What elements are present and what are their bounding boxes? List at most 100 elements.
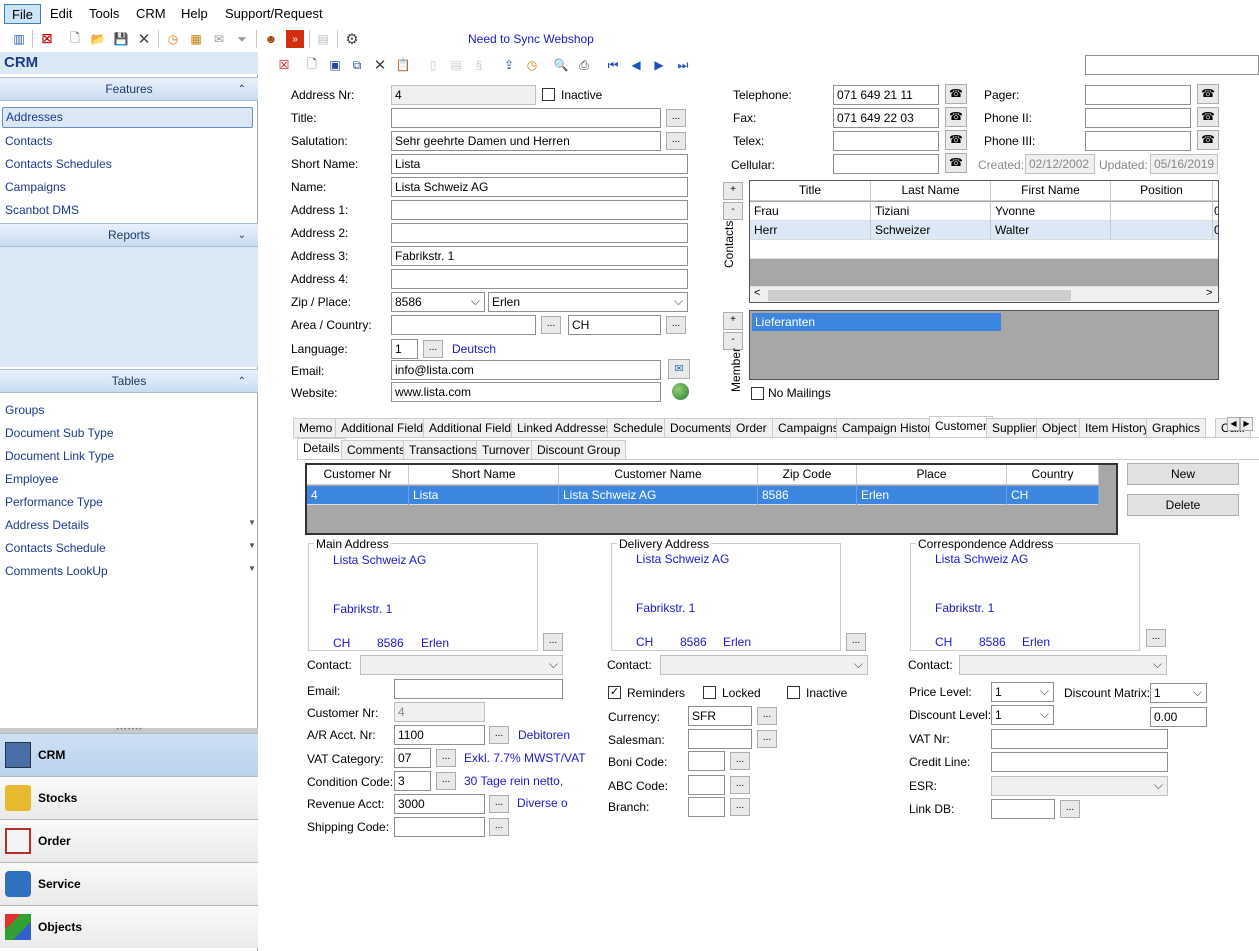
sidebar-item-contacts-schedule[interactable]: Contacts Schedule ▼ [5,541,256,555]
main-address-edit-button[interactable]: ... [543,633,563,651]
menu-crm[interactable]: CRM [129,4,173,24]
sync-webshop-link[interactable]: Need to Sync Webshop [468,32,594,46]
nav-crm[interactable]: CRM [0,733,258,776]
features-group-header[interactable]: Features ⌃ [0,77,258,101]
tab-memo[interactable]: Memo [293,418,339,438]
scroll-right-icon[interactable]: > [1206,287,1212,299]
address2-field[interactable] [391,223,688,243]
grid-icon[interactable]: ▤ [314,30,332,48]
credit-line-field[interactable] [991,752,1168,772]
area-lookup-button[interactable]: ... [541,316,561,334]
list-item[interactable]: Lieferanten [752,313,1001,331]
salesman-field[interactable] [688,729,752,749]
column-header-title[interactable]: Title [750,181,871,200]
dial-phone3-icon[interactable]: ☎ [1197,130,1219,150]
title-field[interactable] [391,108,661,128]
tab-customer[interactable]: Customer [929,416,994,438]
email-field[interactable]: info@lista.com [391,360,661,380]
sidebar-item-performance-type[interactable]: Performance Type [5,495,103,509]
country-lookup-button[interactable]: ... [666,316,686,334]
dial-telephone-icon[interactable]: ☎ [945,84,967,104]
save-record-icon[interactable]: ▣ [326,56,344,74]
dial-fax-icon[interactable]: ☎ [945,107,967,127]
shipping-code-field[interactable] [394,817,485,837]
table-row[interactable]: 4 Lista Lista Schweiz AG 8586 Erlen CH [307,486,1099,505]
website-field[interactable]: www.lista.com [391,382,661,402]
discount-value-field[interactable]: 0.00 [1150,707,1207,727]
locked-checkbox[interactable] [703,686,716,699]
vat-category-field[interactable]: 07 [394,748,431,768]
last-record-icon[interactable]: ⏭ [674,56,692,74]
cellular-field[interactable] [833,154,939,174]
remove-contact-button[interactable]: - [723,202,743,220]
user-icon[interactable]: ☻ [262,30,280,48]
column-header-place[interactable]: Place [857,465,1007,484]
tab-scroll-left-icon[interactable]: ◀ [1227,417,1240,431]
scroll-thumb[interactable] [768,290,1071,301]
pager-field[interactable] [1085,85,1191,105]
toolbar-search-input[interactable] [1085,55,1259,75]
tab-campaign-history[interactable]: Campaign History [836,418,944,438]
nav-order[interactable]: Order [0,819,258,862]
dial-telex-icon[interactable]: ☎ [945,130,967,150]
menu-help[interactable]: Help [174,4,215,24]
nav-objects[interactable]: Objects [0,905,258,948]
table-row[interactable]: Frau Tiziani Yvonne 0 [750,202,1218,221]
phone3-field[interactable] [1085,131,1191,151]
export-icon[interactable]: ⇪ [500,56,518,74]
subtab-turnover[interactable]: Turnover [476,440,536,460]
paste-icon[interactable]: 📋 [394,56,412,74]
save-icon[interactable]: 💾 [112,30,130,48]
nav-stocks[interactable]: Stocks [0,776,258,819]
next-record-icon[interactable]: ▶ [650,56,668,74]
dial-phone2-icon[interactable]: ☎ [1197,107,1219,127]
tab-scroll-right-icon[interactable]: ▶ [1240,417,1253,431]
filter-icon[interactable]: ⏷ [233,30,251,48]
country-field[interactable]: CH [568,315,661,335]
subtab-details[interactable]: Details [297,438,346,460]
address4-field[interactable] [391,269,688,289]
esr-combo[interactable] [991,776,1168,796]
new-button[interactable]: New [1127,463,1239,485]
vat-category-lookup-button[interactable]: ... [436,749,456,767]
language-field[interactable]: 1 [391,339,418,359]
menu-support[interactable]: Support/Request [218,4,330,24]
link-db-field[interactable] [991,799,1055,819]
sidebar-item-document-link-type[interactable]: Document Link Type [5,449,114,463]
currency-lookup-button[interactable]: ... [757,707,777,725]
zip-combo[interactable]: 8586 [391,292,485,312]
library-icon[interactable]: ▥ [10,30,28,48]
column-header-last-name[interactable]: Last Name [871,181,991,200]
column-header-customer-name[interactable]: Customer Name [559,465,758,484]
phone2-field[interactable] [1085,108,1191,128]
revenue-account-field[interactable]: 3000 [394,794,485,814]
vat-nr-field[interactable] [991,729,1168,749]
correspondence-contact-combo[interactable] [959,655,1167,675]
salesman-lookup-button[interactable]: ... [757,730,777,748]
column-header-country[interactable]: Country [1007,465,1099,484]
dial-cellular-icon[interactable]: ☎ [945,153,967,173]
sidebar-item-addresses[interactable]: Addresses [2,107,253,128]
close-red-icon[interactable]: ☒ [38,30,56,48]
nav-service[interactable]: Service [0,862,258,905]
address1-field[interactable] [391,200,688,220]
name-field[interactable]: Lista Schweiz AG [391,177,688,197]
sidebar-item-employee[interactable]: Employee [5,472,58,486]
tab-schedule[interactable]: Schedule [607,418,670,438]
first-record-icon[interactable]: ⏮ [604,56,622,74]
delete-x-icon[interactable]: ✕ [135,30,153,48]
branch-lookup-button[interactable]: ... [730,798,750,816]
contacts-horizontal-scrollbar[interactable]: < > [750,286,1218,302]
discount-matrix-combo[interactable]: 1 [1150,683,1207,703]
tab-linked-addresses[interactable]: Linked Addresses [511,418,618,438]
boni-code-field[interactable] [688,751,725,771]
calendar-icon[interactable]: ▦ [187,30,205,48]
sidebar-item-scanbot-dms[interactable]: Scanbot DMS [5,203,79,217]
main-contact-combo[interactable] [360,655,563,675]
menu-file[interactable]: File [4,4,41,24]
subtab-transactions[interactable]: Transactions [403,440,484,460]
abc-code-field[interactable] [688,775,725,795]
column-header-first-name[interactable]: First Name [991,181,1111,200]
fax-field[interactable]: 071 649 22 03 [833,108,939,128]
currency-field[interactable]: SFR [688,706,752,726]
